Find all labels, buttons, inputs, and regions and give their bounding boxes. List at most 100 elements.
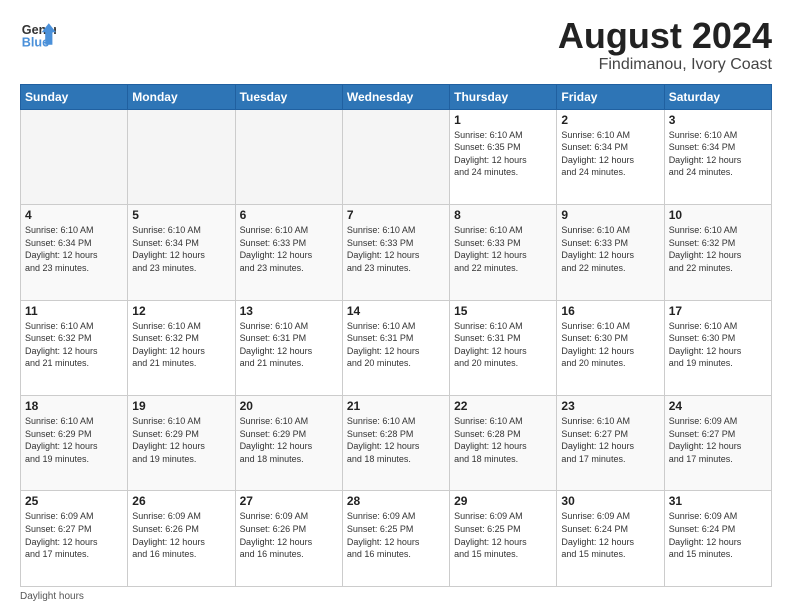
- calendar-cell: 18Sunrise: 6:10 AM Sunset: 6:29 PM Dayli…: [21, 396, 128, 491]
- calendar-cell: 13Sunrise: 6:10 AM Sunset: 6:31 PM Dayli…: [235, 300, 342, 395]
- calendar-cell: 31 Sunrise: 6:09 AM Sunset: 6:24 PM Dayli…: [664, 491, 771, 587]
- calendar-cell: 15 Sunrise: 6:10 AM Sunset: 6:31 PM Dayli…: [450, 300, 557, 395]
- weekday-header: Friday: [557, 84, 664, 109]
- header: General Blue August 2024 Findimanou, Ivo…: [20, 16, 772, 74]
- day-number: 12: [132, 304, 230, 318]
- calendar-week-row: 4 Sunrise: 6:10 AM Sunset: 6:34 PM Daylig…: [21, 205, 772, 300]
- calendar-cell: 22 Sunrise: 6:10 AM Sunset: 6:28 PM Dayli…: [450, 396, 557, 491]
- day-number: 25: [25, 494, 123, 508]
- calendar-cell: [235, 109, 342, 204]
- calendar-cell: 20Sunrise: 6:10 AM Sunset: 6:29 PM Dayli…: [235, 396, 342, 491]
- calendar-cell: 1 Sunrise: 6:10 AM Sunset: 6:35 PM Daylig…: [450, 109, 557, 204]
- calendar-cell: 10 Sunrise: 6:10 AM Sunset: 6:32 PM Dayli…: [664, 205, 771, 300]
- calendar-cell: 8Sunrise: 6:10 AM Sunset: 6:33 PM Daylig…: [450, 205, 557, 300]
- calendar-week-row: 11 Sunrise: 6:10 AM Sunset: 6:32 PM Dayli…: [21, 300, 772, 395]
- svg-text:Blue: Blue: [22, 36, 49, 50]
- day-number: 20: [240, 399, 338, 413]
- day-info: Sunrise: 6:10 AM Sunset: 6:30 PM Dayligh…: [561, 320, 659, 370]
- day-number: 28: [347, 494, 445, 508]
- logo-icon: General Blue: [20, 16, 56, 52]
- calendar-week-row: 1 Sunrise: 6:10 AM Sunset: 6:35 PM Daylig…: [21, 109, 772, 204]
- day-number: 31: [669, 494, 767, 508]
- day-number: 30: [561, 494, 659, 508]
- calendar-cell: 21 Sunrise: 6:10 AM Sunset: 6:28 PM Dayli…: [342, 396, 449, 491]
- day-number: 1: [454, 113, 552, 127]
- day-number: 7: [347, 208, 445, 222]
- day-info: Sunrise: 6:10 AM Sunset: 6:29 PM Dayligh…: [132, 415, 230, 465]
- calendar-cell: 28 Sunrise: 6:09 AM Sunset: 6:25 PM Dayli…: [342, 491, 449, 587]
- day-number: 10: [669, 208, 767, 222]
- calendar-week-row: 25 Sunrise: 6:09 AM Sunset: 6:27 PM Dayli…: [21, 491, 772, 587]
- day-info: Sunrise: 6:09 AM Sunset: 6:27 PM Dayligh…: [25, 510, 123, 560]
- day-info: Sunrise: 6:10 AM Sunset: 6:32 PM Dayligh…: [669, 224, 767, 274]
- day-number: 16: [561, 304, 659, 318]
- day-info: Sunrise: 6:10 AM Sunset: 6:34 PM Dayligh…: [25, 224, 123, 274]
- weekday-header-row: SundayMondayTuesdayWednesdayThursdayFrid…: [21, 84, 772, 109]
- weekday-header: Saturday: [664, 84, 771, 109]
- day-info: Sunrise: 6:10 AM Sunset: 6:33 PM Dayligh…: [347, 224, 445, 274]
- calendar-cell: 29 Sunrise: 6:09 AM Sunset: 6:25 PM Dayli…: [450, 491, 557, 587]
- day-number: 14: [347, 304, 445, 318]
- day-info: Sunrise: 6:10 AM Sunset: 6:27 PM Dayligh…: [561, 415, 659, 465]
- weekday-header: Tuesday: [235, 84, 342, 109]
- day-info: Sunrise: 6:10 AM Sunset: 6:33 PM Dayligh…: [240, 224, 338, 274]
- day-info: Sunrise: 6:09 AM Sunset: 6:27 PM Dayligh…: [669, 415, 767, 465]
- day-info: Sunrise: 6:09 AM Sunset: 6:25 PM Dayligh…: [347, 510, 445, 560]
- day-info: Sunrise: 6:10 AM Sunset: 6:31 PM Dayligh…: [454, 320, 552, 370]
- day-info: Sunrise: 6:10 AM Sunset: 6:34 PM Dayligh…: [132, 224, 230, 274]
- weekday-header: Thursday: [450, 84, 557, 109]
- calendar-cell: 17 Sunrise: 6:10 AM Sunset: 6:30 PM Dayli…: [664, 300, 771, 395]
- day-number: 5: [132, 208, 230, 222]
- day-number: 24: [669, 399, 767, 413]
- day-info: Sunrise: 6:10 AM Sunset: 6:33 PM Dayligh…: [561, 224, 659, 274]
- calendar-cell: 4 Sunrise: 6:10 AM Sunset: 6:34 PM Daylig…: [21, 205, 128, 300]
- day-number: 13: [240, 304, 338, 318]
- day-number: 26: [132, 494, 230, 508]
- calendar-cell: 25 Sunrise: 6:09 AM Sunset: 6:27 PM Dayli…: [21, 491, 128, 587]
- calendar-cell: 24 Sunrise: 6:09 AM Sunset: 6:27 PM Dayli…: [664, 396, 771, 491]
- calendar-cell: [128, 109, 235, 204]
- calendar-cell: 7 Sunrise: 6:10 AM Sunset: 6:33 PM Daylig…: [342, 205, 449, 300]
- day-number: 6: [240, 208, 338, 222]
- day-number: 18: [25, 399, 123, 413]
- calendar-cell: 23Sunrise: 6:10 AM Sunset: 6:27 PM Dayli…: [557, 396, 664, 491]
- day-info: Sunrise: 6:09 AM Sunset: 6:24 PM Dayligh…: [561, 510, 659, 560]
- calendar-week-row: 18 Sunrise: 6:10 AM Sunset: 6:29 PM Dayli…: [21, 396, 772, 491]
- calendar-cell: 30 Sunrise: 6:09 AM Sunset: 6:24 PM Dayli…: [557, 491, 664, 587]
- calendar-subtitle: Findimanou, Ivory Coast: [558, 56, 772, 74]
- day-number: 15: [454, 304, 552, 318]
- day-number: 27: [240, 494, 338, 508]
- day-info: Sunrise: 6:10 AM Sunset: 6:32 PM Dayligh…: [132, 320, 230, 370]
- day-number: 22: [454, 399, 552, 413]
- logo: General Blue: [20, 16, 56, 52]
- calendar-cell: 14Sunrise: 6:10 AM Sunset: 6:31 PM Dayli…: [342, 300, 449, 395]
- day-info: Sunrise: 6:10 AM Sunset: 6:30 PM Dayligh…: [669, 320, 767, 370]
- day-info: Sunrise: 6:10 AM Sunset: 6:34 PM Dayligh…: [669, 129, 767, 179]
- day-info: Sunrise: 6:09 AM Sunset: 6:26 PM Dayligh…: [240, 510, 338, 560]
- calendar-cell: 9 Sunrise: 6:10 AM Sunset: 6:33 PM Daylig…: [557, 205, 664, 300]
- day-info: Sunrise: 6:10 AM Sunset: 6:35 PM Dayligh…: [454, 129, 552, 179]
- day-number: 2: [561, 113, 659, 127]
- day-info: Sunrise: 6:10 AM Sunset: 6:28 PM Dayligh…: [347, 415, 445, 465]
- day-number: 21: [347, 399, 445, 413]
- day-info: Sunrise: 6:09 AM Sunset: 6:24 PM Dayligh…: [669, 510, 767, 560]
- calendar-cell: 12 Sunrise: 6:10 AM Sunset: 6:32 PM Dayli…: [128, 300, 235, 395]
- day-info: Sunrise: 6:10 AM Sunset: 6:32 PM Dayligh…: [25, 320, 123, 370]
- day-number: 11: [25, 304, 123, 318]
- calendar-cell: 27 Sunrise: 6:09 AM Sunset: 6:26 PM Dayli…: [235, 491, 342, 587]
- calendar-cell: 5 Sunrise: 6:10 AM Sunset: 6:34 PM Daylig…: [128, 205, 235, 300]
- day-number: 19: [132, 399, 230, 413]
- day-number: 4: [25, 208, 123, 222]
- calendar-cell: [21, 109, 128, 204]
- calendar-title: August 2024: [558, 16, 772, 56]
- day-number: 17: [669, 304, 767, 318]
- day-info: Sunrise: 6:09 AM Sunset: 6:25 PM Dayligh…: [454, 510, 552, 560]
- day-info: Sunrise: 6:10 AM Sunset: 6:33 PM Dayligh…: [454, 224, 552, 274]
- calendar-cell: 16 Sunrise: 6:10 AM Sunset: 6:30 PM Dayli…: [557, 300, 664, 395]
- day-number: 29: [454, 494, 552, 508]
- day-number: 9: [561, 208, 659, 222]
- calendar-cell: 2Sunrise: 6:10 AM Sunset: 6:34 PM Daylig…: [557, 109, 664, 204]
- day-info: Sunrise: 6:09 AM Sunset: 6:26 PM Dayligh…: [132, 510, 230, 560]
- calendar-cell: 26 Sunrise: 6:09 AM Sunset: 6:26 PM Dayli…: [128, 491, 235, 587]
- day-info: Sunrise: 6:10 AM Sunset: 6:28 PM Dayligh…: [454, 415, 552, 465]
